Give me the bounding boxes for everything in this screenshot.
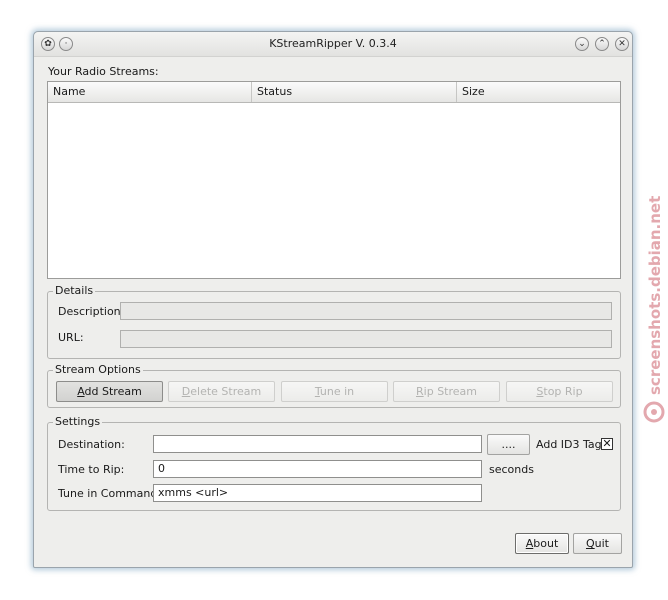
column-header-status[interactable]: Status [252, 82, 457, 102]
list-header: Name Status Size [48, 82, 620, 103]
streams-list[interactable]: Name Status Size [47, 81, 621, 279]
streams-label: Your Radio Streams: [48, 65, 159, 78]
seconds-label: seconds [489, 463, 534, 476]
watermark-graphic: screenshots.debian.net [643, 196, 665, 423]
tune-in-command-label: Tune in Command: [58, 487, 162, 500]
about-button[interactable]: About [515, 533, 569, 554]
destination-field[interactable] [153, 435, 482, 453]
add-id3-tag-checkbox[interactable]: ✕ [601, 438, 613, 450]
rip-stream-button[interactable]: Rip Stream [393, 381, 500, 402]
stop-rip-button[interactable]: Stop Rip [506, 381, 613, 402]
delete-stream-button[interactable]: Delete Stream [168, 381, 275, 402]
destination-label: Destination: [58, 438, 125, 451]
quit-button[interactable]: Quit [573, 533, 622, 554]
time-to-rip-field[interactable]: 0 [153, 460, 482, 478]
url-label: URL: [58, 331, 84, 344]
minimize-icon[interactable]: ⌄ [575, 37, 589, 51]
description-label: Description: [58, 305, 125, 318]
maximize-icon[interactable]: ⌃ [595, 37, 609, 51]
window-title: KStreamRipper V. 0.3.4 [269, 37, 397, 50]
watermark-text: screenshots.debian.net [646, 196, 664, 395]
watermark: screenshots.debian.net [640, 70, 668, 450]
browse-button[interactable]: .... [487, 434, 530, 455]
settings-title: Settings [53, 415, 103, 428]
main-window: ✿ · KStreamRipper V. 0.3.4 ⌄ ⌃ ✕ Your Ra… [33, 31, 633, 568]
tune-in-button[interactable]: Tune in [281, 381, 388, 402]
column-header-name[interactable]: Name [48, 82, 252, 102]
close-icon[interactable]: ✕ [615, 37, 629, 51]
column-header-size[interactable]: Size [457, 82, 620, 102]
time-to-rip-label: Time to Rip: [58, 463, 125, 476]
add-id3-tag-label: Add ID3 Tag: [536, 438, 606, 451]
stream-options-title: Stream Options [53, 363, 143, 376]
tune-in-command-field[interactable]: xmms <url> [153, 484, 482, 502]
url-field[interactable] [120, 330, 612, 348]
description-field[interactable] [120, 302, 612, 320]
details-title: Details [53, 284, 96, 297]
title-bar[interactable]: ✿ · KStreamRipper V. 0.3.4 ⌄ ⌃ ✕ [34, 32, 632, 57]
add-stream-button[interactable]: Add Stream [56, 381, 163, 402]
